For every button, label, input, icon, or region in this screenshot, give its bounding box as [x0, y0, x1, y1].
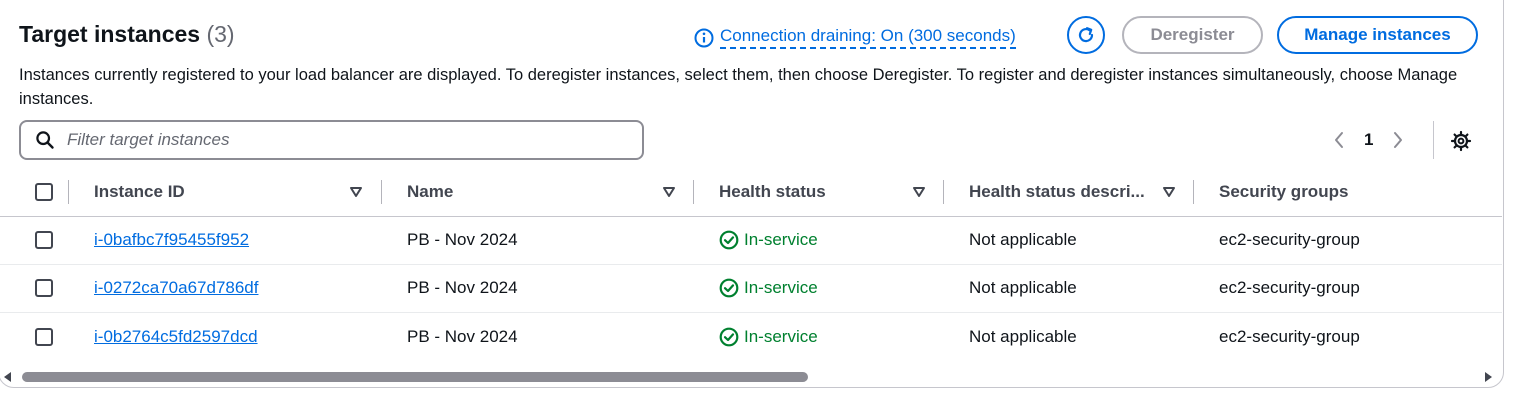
current-page-number[interactable]: 1: [1364, 130, 1373, 150]
column-header-health-status-description[interactable]: Health status descri...: [969, 168, 1145, 216]
check-circle-icon: [719, 230, 739, 250]
health-status: In-service: [719, 216, 818, 264]
check-circle-icon: [719, 327, 739, 347]
column-header-instance-id[interactable]: Instance ID: [94, 168, 185, 216]
row-checkbox[interactable]: [35, 279, 53, 297]
column-divider[interactable]: [943, 180, 944, 204]
instance-id-link[interactable]: i-0b2764c5fd2597dcd: [94, 313, 258, 361]
health-status-description: Not applicable: [969, 278, 1077, 297]
security-group: ec2-security-group: [1219, 327, 1360, 346]
chevron-right-icon: [1394, 132, 1403, 148]
check-circle-icon: [719, 278, 739, 298]
scroll-right-arrow[interactable]: [1485, 372, 1492, 382]
health-status-text: In-service: [744, 278, 818, 297]
health-status-text: In-service: [744, 327, 818, 346]
connection-draining-text[interactable]: Connection draining: On (300 seconds): [720, 26, 1016, 49]
search-icon: [36, 131, 54, 149]
horizontal-scrollbar-thumb[interactable]: [22, 372, 808, 382]
manage-instances-button[interactable]: Manage instances: [1277, 16, 1478, 54]
refresh-icon: [1078, 27, 1094, 43]
refresh-button[interactable]: [1067, 16, 1105, 54]
table-row[interactable]: i-0bafbc7f95455f952 PB - Nov 2024 In-ser…: [0, 216, 1502, 265]
chevron-left-icon: [1335, 132, 1343, 148]
row-checkbox[interactable]: [35, 328, 53, 346]
pagination: 1: [1332, 128, 1405, 152]
filter-target-instances-input[interactable]: [65, 129, 609, 151]
column-header-health-status[interactable]: Health status: [719, 168, 826, 216]
deregister-button[interactable]: Deregister: [1122, 16, 1263, 54]
connection-draining-link[interactable]: Connection draining: On (300 seconds): [694, 26, 1016, 49]
health-status-text: In-service: [744, 230, 818, 249]
table-row[interactable]: i-0b2764c5fd2597dcd PB - Nov 2024 In-ser…: [0, 313, 1502, 361]
instance-id-link[interactable]: i-0bafbc7f95455f952: [94, 216, 249, 264]
previous-page-button[interactable]: [1332, 128, 1346, 152]
instance-name: PB - Nov 2024: [407, 327, 518, 346]
caret-down-icon[interactable]: [1162, 185, 1176, 199]
caret-down-icon[interactable]: [912, 185, 926, 199]
instance-name: PB - Nov 2024: [407, 230, 518, 249]
instance-id-link[interactable]: i-0272ca70a67d786df: [94, 264, 258, 312]
scroll-left-arrow[interactable]: [4, 372, 11, 382]
health-status-description: Not applicable: [969, 230, 1077, 249]
caret-down-icon[interactable]: [662, 185, 676, 199]
column-header-name[interactable]: Name: [407, 168, 453, 216]
column-divider: [68, 180, 69, 204]
instance-count: (3): [206, 21, 235, 47]
column-header-security-groups[interactable]: Security groups: [1219, 168, 1348, 216]
description-text: Instances currently registered to your l…: [19, 66, 1458, 108]
filter-search-box[interactable]: [19, 120, 644, 160]
table-header: Instance ID Name Health status Health st…: [0, 168, 1502, 217]
table-row[interactable]: i-0272ca70a67d786df PB - Nov 2024 In-ser…: [0, 264, 1502, 313]
column-divider[interactable]: [1193, 180, 1194, 204]
select-all-checkbox[interactable]: [35, 183, 53, 201]
row-checkbox[interactable]: [35, 231, 53, 249]
info-icon: [694, 28, 714, 47]
security-group: ec2-security-group: [1219, 278, 1360, 297]
health-status: In-service: [719, 264, 818, 312]
health-status-description: Not applicable: [969, 327, 1077, 346]
next-page-button[interactable]: [1391, 128, 1405, 152]
column-divider[interactable]: [381, 180, 382, 204]
pagination-divider: [1433, 121, 1434, 159]
page-title: Target instances (3): [19, 21, 235, 48]
health-status: In-service: [719, 313, 818, 361]
security-group: ec2-security-group: [1219, 230, 1360, 249]
column-divider[interactable]: [693, 180, 694, 204]
caret-down-icon[interactable]: [349, 185, 363, 199]
instance-name: PB - Nov 2024: [407, 278, 518, 297]
gear-icon[interactable]: [1450, 130, 1472, 152]
title-text: Target instances: [19, 21, 201, 47]
